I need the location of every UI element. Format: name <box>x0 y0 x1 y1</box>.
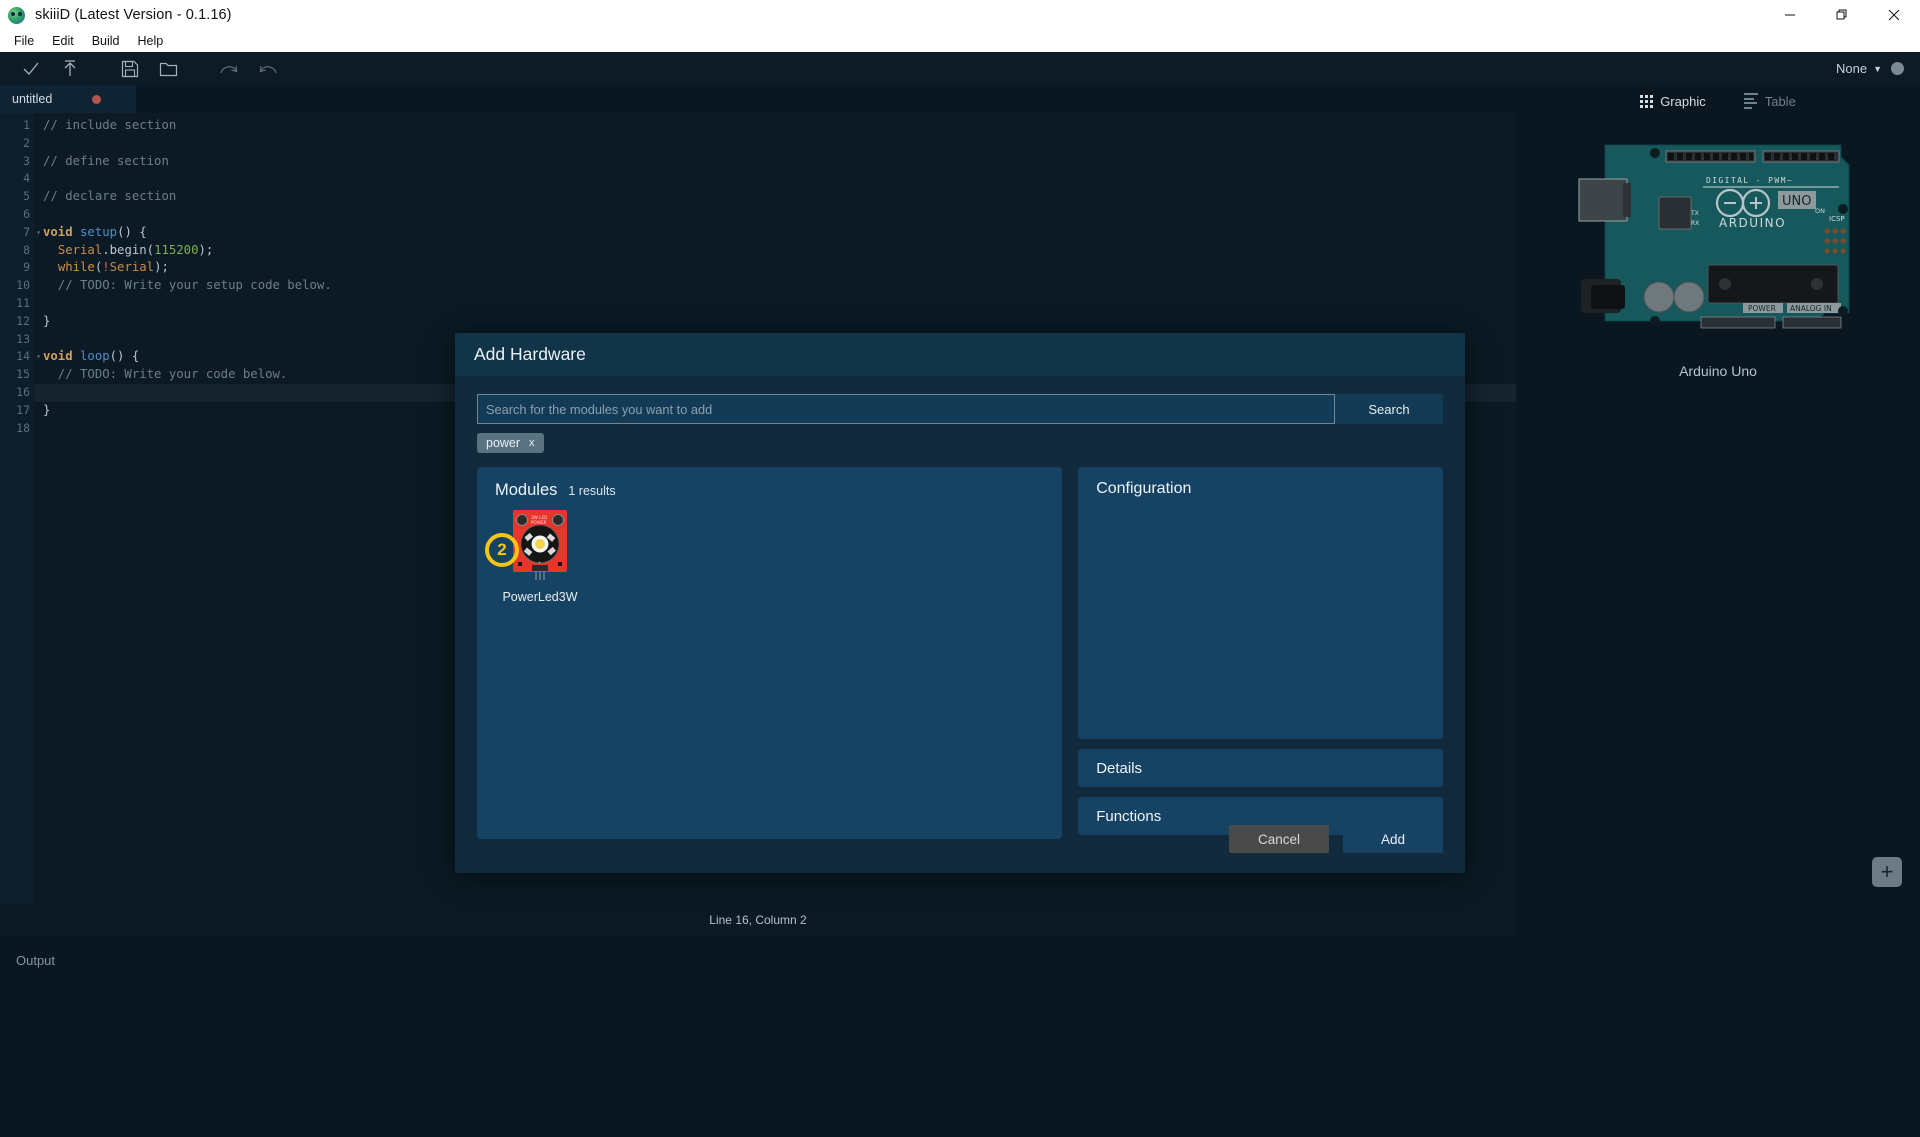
dialog-right-column: Configuration Details Functions <box>1078 467 1443 839</box>
search-filter-chips: power x <box>477 433 1443 453</box>
configuration-title: Configuration <box>1096 480 1192 497</box>
close-icon[interactable]: x <box>529 437 535 449</box>
functions-label: Functions <box>1096 807 1162 825</box>
modal-overlay: Add Hardware Search power x Modules 1 re… <box>0 0 1920 1137</box>
search-input[interactable] <box>477 394 1335 424</box>
powerled3w-module-icon: 3W LED POWER + <box>513 510 567 580</box>
dialog-title: Add Hardware <box>474 344 586 364</box>
module-name-label: PowerLed3W <box>502 590 578 604</box>
dialog-panels: Modules 1 results 2 3W LED POWER + Power… <box>477 467 1443 839</box>
modules-title: Modules <box>495 481 558 499</box>
add-button[interactable]: Add <box>1343 825 1443 853</box>
modules-grid: 2 3W LED POWER + PowerLed3W <box>485 508 1044 604</box>
modules-header: Modules 1 results <box>495 481 1044 500</box>
search-button[interactable]: Search <box>1335 394 1443 424</box>
search-row: Search <box>477 394 1443 424</box>
dialog-header: Add Hardware <box>455 333 1465 376</box>
svg-text:+: + <box>538 560 541 565</box>
configuration-panel: Configuration <box>1078 467 1443 739</box>
dialog-body: Search power x Modules 1 results 2 <box>455 376 1465 839</box>
modules-panel: Modules 1 results 2 3W LED POWER + Power… <box>477 467 1063 839</box>
filter-chip-power[interactable]: power x <box>477 433 544 453</box>
details-label: Details <box>1096 759 1143 777</box>
modules-result-count: 1 results <box>568 484 616 498</box>
add-hardware-dialog: Add Hardware Search power x Modules 1 re… <box>455 333 1465 873</box>
step-badge-2: 2 <box>485 533 519 567</box>
filter-chip-label: power <box>486 436 521 450</box>
details-accordion[interactable]: Details <box>1078 749 1443 787</box>
svg-text:POWER: POWER <box>531 520 547 525</box>
cancel-button[interactable]: Cancel <box>1229 825 1329 853</box>
dialog-actions: Cancel Add <box>1229 825 1443 853</box>
